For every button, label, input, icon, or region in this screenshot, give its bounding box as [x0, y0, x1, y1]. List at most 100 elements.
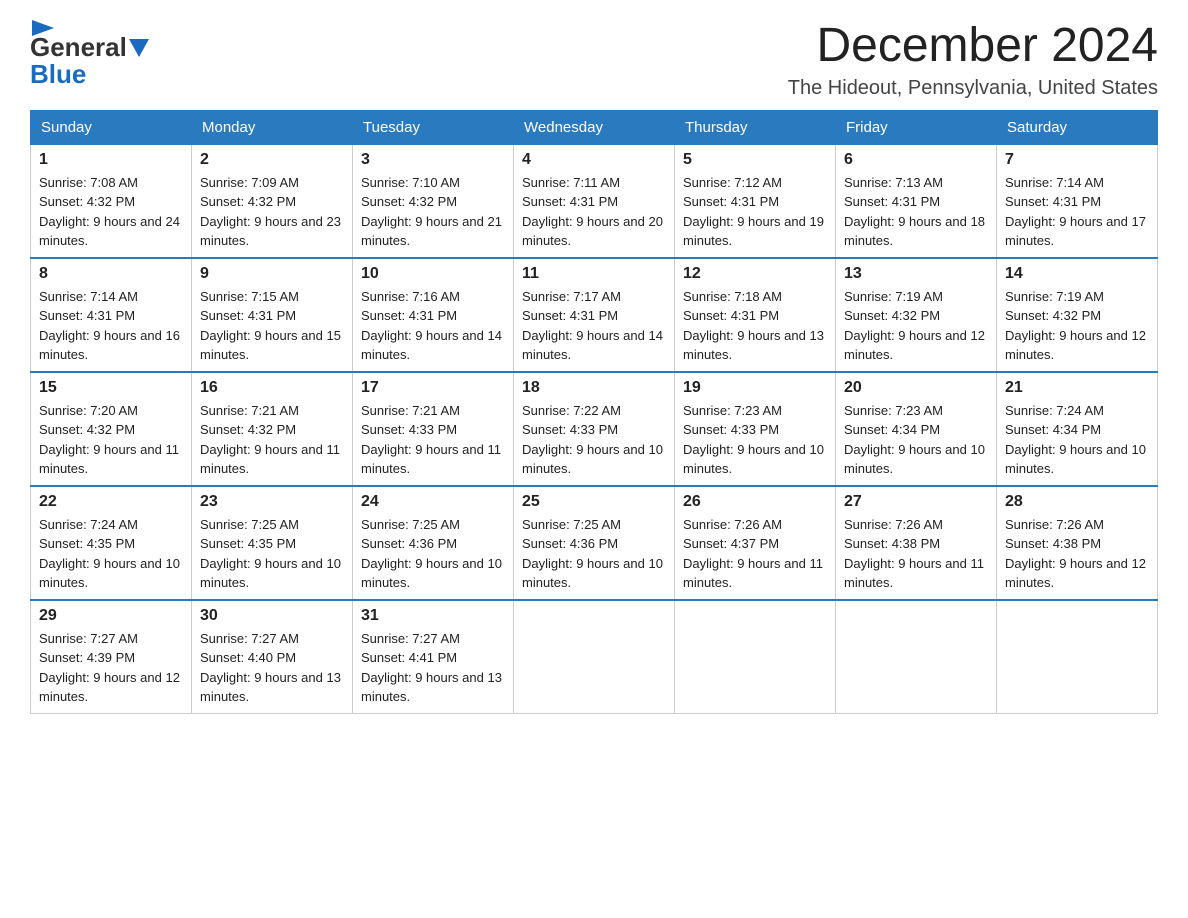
table-row: 15 Sunrise: 7:20 AM Sunset: 4:32 PM Dayl…: [31, 372, 192, 486]
daylight-label: Daylight: 9 hours and 12 minutes.: [39, 670, 180, 705]
logo-blue-label: Blue: [30, 59, 86, 90]
daylight-label: Daylight: 9 hours and 10 minutes.: [361, 556, 502, 591]
day-info: Sunrise: 7:24 AM Sunset: 4:34 PM Dayligh…: [1005, 401, 1149, 479]
sunrise-label: Sunrise: 7:25 AM: [522, 517, 621, 532]
calendar-week-row: 15 Sunrise: 7:20 AM Sunset: 4:32 PM Dayl…: [31, 372, 1158, 486]
day-info: Sunrise: 7:19 AM Sunset: 4:32 PM Dayligh…: [844, 287, 988, 365]
sunrise-label: Sunrise: 7:26 AM: [683, 517, 782, 532]
header-sunday: Sunday: [31, 110, 192, 144]
sunset-label: Sunset: 4:32 PM: [39, 194, 135, 209]
table-row: 21 Sunrise: 7:24 AM Sunset: 4:34 PM Dayl…: [997, 372, 1158, 486]
daylight-label: Daylight: 9 hours and 10 minutes.: [1005, 442, 1146, 477]
table-row: 30 Sunrise: 7:27 AM Sunset: 4:40 PM Dayl…: [192, 600, 353, 714]
table-row: [836, 600, 997, 714]
table-row: 3 Sunrise: 7:10 AM Sunset: 4:32 PM Dayli…: [353, 144, 514, 258]
sunset-label: Sunset: 4:33 PM: [522, 422, 618, 437]
header-monday: Monday: [192, 110, 353, 144]
page-header: General Blue December 2024 The Hideout, …: [30, 20, 1158, 100]
day-number: 31: [361, 607, 505, 625]
table-row: 11 Sunrise: 7:17 AM Sunset: 4:31 PM Dayl…: [514, 258, 675, 372]
daylight-label: Daylight: 9 hours and 18 minutes.: [844, 214, 985, 249]
sunset-label: Sunset: 4:31 PM: [39, 308, 135, 323]
daylight-label: Daylight: 9 hours and 12 minutes.: [1005, 328, 1146, 363]
calendar-week-row: 29 Sunrise: 7:27 AM Sunset: 4:39 PM Dayl…: [31, 600, 1158, 714]
sunrise-label: Sunrise: 7:17 AM: [522, 289, 621, 304]
day-number: 13: [844, 265, 988, 283]
sunset-label: Sunset: 4:32 PM: [1005, 308, 1101, 323]
table-row: 13 Sunrise: 7:19 AM Sunset: 4:32 PM Dayl…: [836, 258, 997, 372]
day-number: 24: [361, 493, 505, 511]
day-number: 26: [683, 493, 827, 511]
day-number: 27: [844, 493, 988, 511]
sunset-label: Sunset: 4:41 PM: [361, 650, 457, 665]
day-number: 16: [200, 379, 344, 397]
day-number: 28: [1005, 493, 1149, 511]
sunset-label: Sunset: 4:39 PM: [39, 650, 135, 665]
day-number: 20: [844, 379, 988, 397]
day-number: 30: [200, 607, 344, 625]
sunrise-label: Sunrise: 7:16 AM: [361, 289, 460, 304]
sunrise-label: Sunrise: 7:15 AM: [200, 289, 299, 304]
table-row: 12 Sunrise: 7:18 AM Sunset: 4:31 PM Dayl…: [675, 258, 836, 372]
sunset-label: Sunset: 4:31 PM: [361, 308, 457, 323]
day-info: Sunrise: 7:13 AM Sunset: 4:31 PM Dayligh…: [844, 173, 988, 251]
sunrise-label: Sunrise: 7:21 AM: [361, 403, 460, 418]
sunset-label: Sunset: 4:31 PM: [683, 308, 779, 323]
table-row: [514, 600, 675, 714]
calendar-week-row: 1 Sunrise: 7:08 AM Sunset: 4:32 PM Dayli…: [31, 144, 1158, 258]
day-info: Sunrise: 7:12 AM Sunset: 4:31 PM Dayligh…: [683, 173, 827, 251]
sunrise-label: Sunrise: 7:12 AM: [683, 175, 782, 190]
day-info: Sunrise: 7:19 AM Sunset: 4:32 PM Dayligh…: [1005, 287, 1149, 365]
calendar-table: Sunday Monday Tuesday Wednesday Thursday…: [30, 110, 1158, 714]
sunrise-label: Sunrise: 7:21 AM: [200, 403, 299, 418]
day-info: Sunrise: 7:23 AM Sunset: 4:34 PM Dayligh…: [844, 401, 988, 479]
sunset-label: Sunset: 4:40 PM: [200, 650, 296, 665]
day-number: 2: [200, 151, 344, 169]
table-row: 10 Sunrise: 7:16 AM Sunset: 4:31 PM Dayl…: [353, 258, 514, 372]
sunrise-label: Sunrise: 7:19 AM: [1005, 289, 1104, 304]
sunset-label: Sunset: 4:31 PM: [522, 308, 618, 323]
header-saturday: Saturday: [997, 110, 1158, 144]
day-number: 21: [1005, 379, 1149, 397]
day-number: 22: [39, 493, 183, 511]
daylight-label: Daylight: 9 hours and 10 minutes.: [522, 556, 663, 591]
title-area: December 2024 The Hideout, Pennsylvania,…: [788, 20, 1158, 100]
table-row: 29 Sunrise: 7:27 AM Sunset: 4:39 PM Dayl…: [31, 600, 192, 714]
sunset-label: Sunset: 4:33 PM: [361, 422, 457, 437]
daylight-label: Daylight: 9 hours and 14 minutes.: [361, 328, 502, 363]
sunset-label: Sunset: 4:34 PM: [1005, 422, 1101, 437]
daylight-label: Daylight: 9 hours and 11 minutes.: [683, 556, 823, 591]
sunrise-label: Sunrise: 7:26 AM: [1005, 517, 1104, 532]
sunrise-label: Sunrise: 7:09 AM: [200, 175, 299, 190]
sunrise-label: Sunrise: 7:25 AM: [361, 517, 460, 532]
daylight-label: Daylight: 9 hours and 10 minutes.: [39, 556, 180, 591]
daylight-label: Daylight: 9 hours and 12 minutes.: [844, 328, 985, 363]
table-row: 17 Sunrise: 7:21 AM Sunset: 4:33 PM Dayl…: [353, 372, 514, 486]
sunrise-label: Sunrise: 7:14 AM: [1005, 175, 1104, 190]
logo: General Blue: [30, 20, 151, 90]
sunset-label: Sunset: 4:31 PM: [844, 194, 940, 209]
sunrise-label: Sunrise: 7:23 AM: [844, 403, 943, 418]
sunset-label: Sunset: 4:32 PM: [361, 194, 457, 209]
day-info: Sunrise: 7:27 AM Sunset: 4:40 PM Dayligh…: [200, 629, 344, 707]
sunset-label: Sunset: 4:31 PM: [1005, 194, 1101, 209]
day-number: 29: [39, 607, 183, 625]
table-row: 14 Sunrise: 7:19 AM Sunset: 4:32 PM Dayl…: [997, 258, 1158, 372]
sunset-label: Sunset: 4:34 PM: [844, 422, 940, 437]
sunset-label: Sunset: 4:32 PM: [200, 194, 296, 209]
sunset-label: Sunset: 4:31 PM: [683, 194, 779, 209]
daylight-label: Daylight: 9 hours and 13 minutes.: [200, 670, 341, 705]
day-info: Sunrise: 7:24 AM Sunset: 4:35 PM Dayligh…: [39, 515, 183, 593]
sunrise-label: Sunrise: 7:25 AM: [200, 517, 299, 532]
day-number: 17: [361, 379, 505, 397]
sunrise-label: Sunrise: 7:27 AM: [361, 631, 460, 646]
day-info: Sunrise: 7:20 AM Sunset: 4:32 PM Dayligh…: [39, 401, 183, 479]
daylight-label: Daylight: 9 hours and 16 minutes.: [39, 328, 180, 363]
sunset-label: Sunset: 4:37 PM: [683, 536, 779, 551]
table-row: 1 Sunrise: 7:08 AM Sunset: 4:32 PM Dayli…: [31, 144, 192, 258]
table-row: 6 Sunrise: 7:13 AM Sunset: 4:31 PM Dayli…: [836, 144, 997, 258]
table-row: 23 Sunrise: 7:25 AM Sunset: 4:35 PM Dayl…: [192, 486, 353, 600]
sunset-label: Sunset: 4:38 PM: [1005, 536, 1101, 551]
daylight-label: Daylight: 9 hours and 23 minutes.: [200, 214, 341, 249]
daylight-label: Daylight: 9 hours and 20 minutes.: [522, 214, 663, 249]
